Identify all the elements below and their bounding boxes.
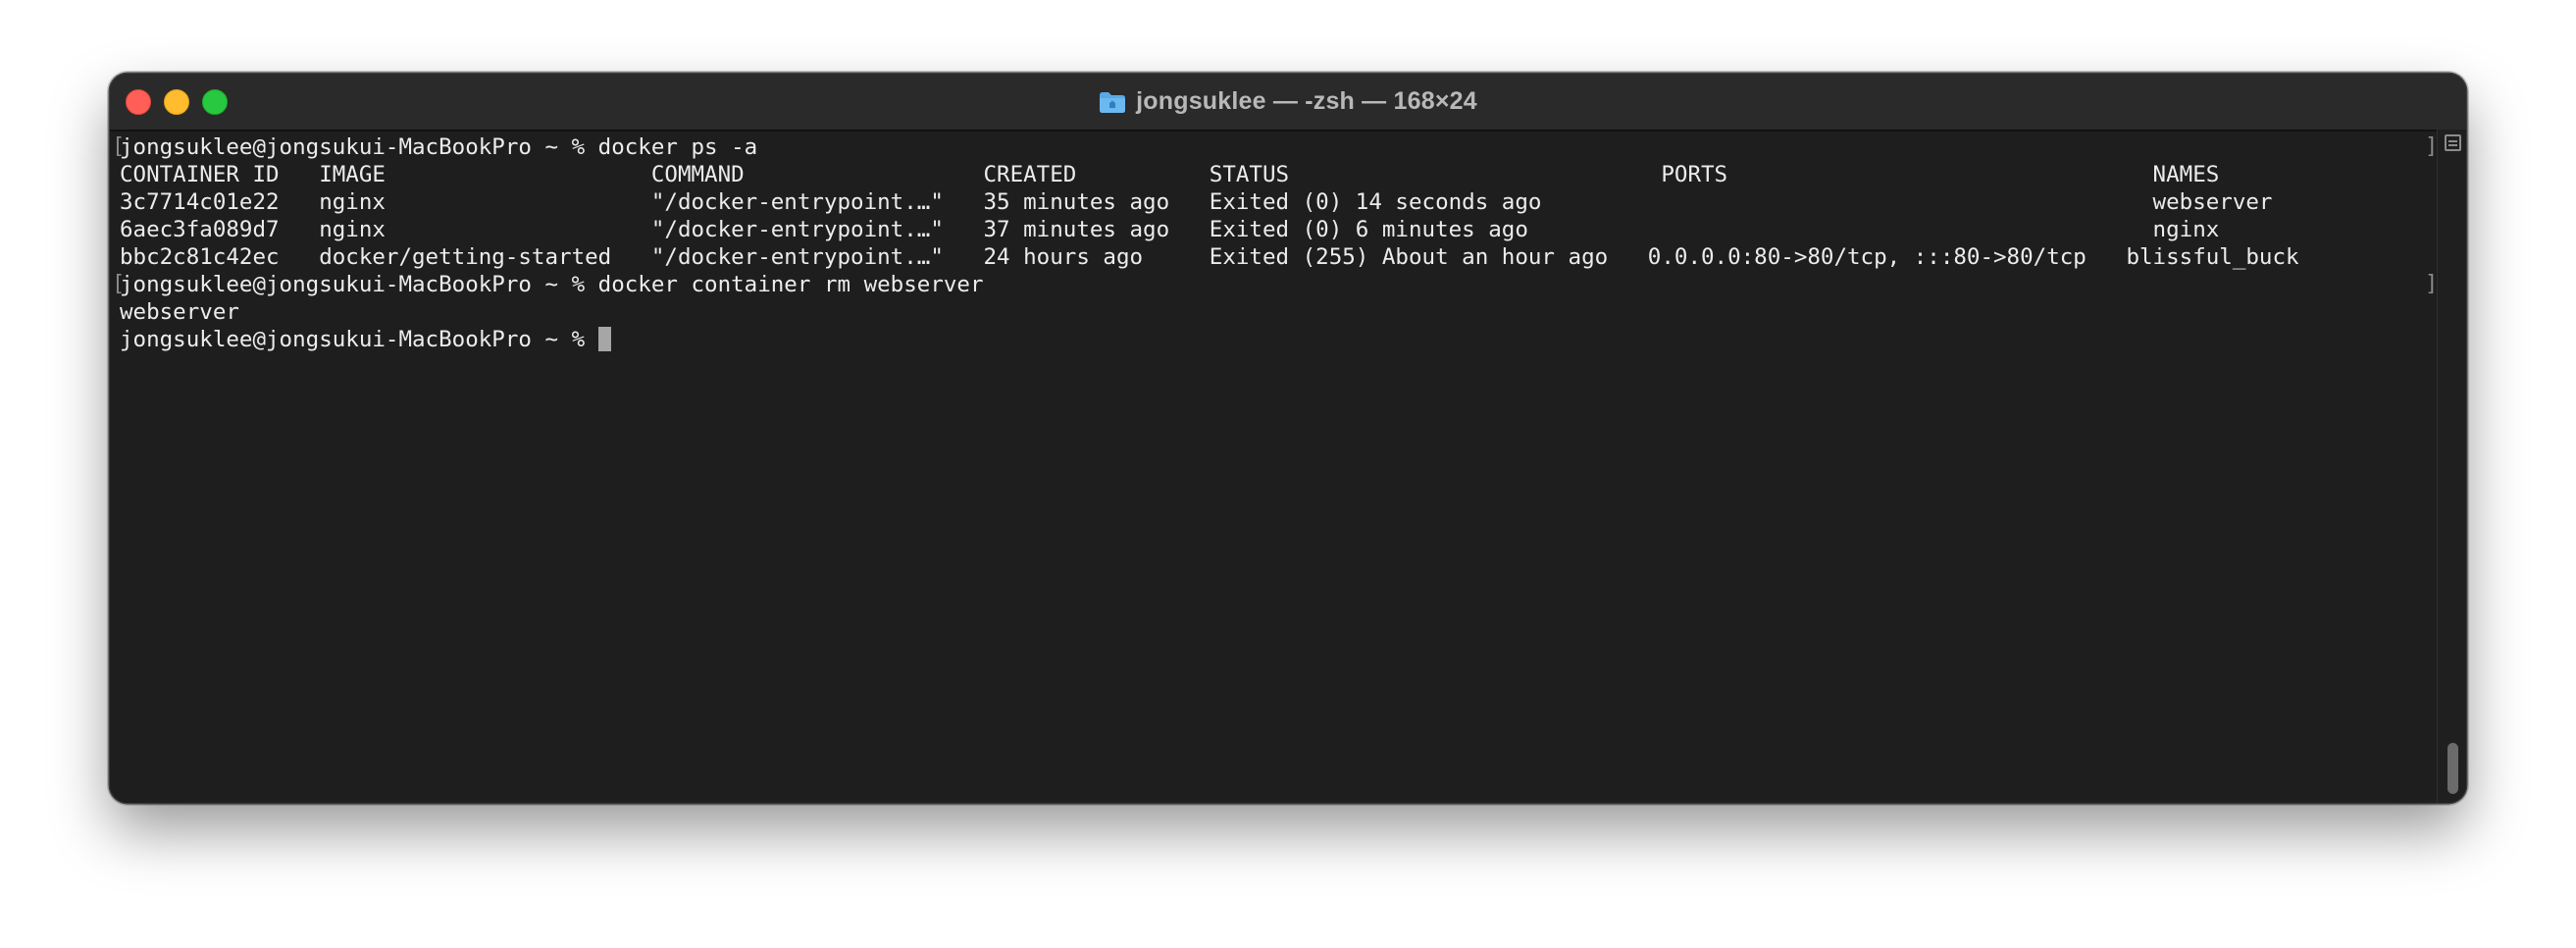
title-bar[interactable]: jongsuklee — -zsh — 168×24 — [110, 74, 2466, 132]
terminal-line: jongsuklee@jongsukui-MacBookPro ~ % dock… — [120, 272, 984, 297]
terminal-line: jongsuklee@jongsukui-MacBookPro ~ % dock… — [120, 134, 758, 160]
window-title: jongsuklee — -zsh — 168×24 — [1136, 87, 1477, 115]
scrollbar[interactable] — [2437, 130, 2466, 803]
terminal-line: 3c7714c01e22 nginx "/docker-entrypoint.…… — [120, 189, 2273, 215]
terminal-window: jongsuklee — -zsh — 168×24 [ ] jongsukle… — [110, 74, 2466, 803]
terminal-output[interactable]: [ ] jongsuklee@jongsukui-MacBookPro ~ % … — [110, 132, 2438, 803]
terminal-prompt-line: jongsuklee@jongsukui-MacBookPro ~ % — [120, 326, 611, 353]
terminal-line: CONTAINER ID IMAGE COMMAND CREATED STATU… — [120, 162, 2220, 187]
prompt: jongsuklee@jongsukui-MacBookPro ~ % — [120, 327, 598, 352]
folder-icon — [1099, 90, 1126, 114]
text-cursor — [597, 327, 611, 351]
window-title-group: jongsuklee — -zsh — 168×24 — [110, 74, 2466, 130]
scrollbar-thumb[interactable] — [2447, 743, 2458, 794]
terminal-line: webserver — [120, 299, 239, 325]
terminal-line: 6aec3fa089d7 nginx "/docker-entrypoint.…… — [120, 217, 2220, 242]
split-pane-icon[interactable] — [2445, 134, 2461, 151]
terminal-line: bbc2c81c42ec docker/getting-started "/do… — [120, 244, 2299, 270]
